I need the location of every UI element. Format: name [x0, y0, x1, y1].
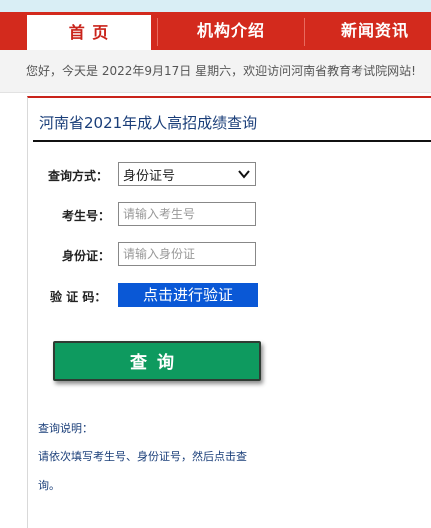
id-card-input[interactable]: 请输入身份证 [118, 242, 256, 266]
nav-tab-home[interactable]: 首 页 [27, 15, 151, 50]
exam-number-input[interactable]: 请输入考生号 [118, 202, 256, 226]
top-strip [0, 0, 431, 12]
title-divider [33, 140, 431, 142]
captcha-verify-button[interactable]: 点击进行验证 [118, 283, 258, 307]
nav-tab-about[interactable]: 机构介绍 [158, 12, 304, 50]
id-card-label: 身份证： [62, 249, 111, 263]
query-mode-label: 查询方式： [48, 169, 109, 183]
nav-tab-news[interactable]: 新闻资讯 [305, 12, 431, 50]
captcha-label: 验 证 码： [50, 290, 107, 304]
welcome-bar: 您好，今天是 2022年9月17日 星期六，欢迎访问河南省教育考试院网站! [0, 50, 431, 93]
query-mode-value: 身份证号 [123, 168, 176, 184]
chevron-down-icon [238, 170, 250, 179]
page-title: 河南省2021年成人高招成绩查询 [39, 114, 258, 132]
notes-line-1: 请依次填写考生号、身份证号，然后点击查 [38, 450, 247, 463]
notes-line-2: 询。 [38, 479, 60, 492]
notes-heading: 查询说明： [38, 422, 93, 435]
query-button[interactable]: 查询 [53, 341, 261, 381]
query-mode-select[interactable]: 身份证号 [118, 162, 256, 186]
top-nav: 首 页 机构介绍 新闻资讯 [0, 12, 431, 50]
exam-number-label: 考生号： [62, 209, 111, 223]
